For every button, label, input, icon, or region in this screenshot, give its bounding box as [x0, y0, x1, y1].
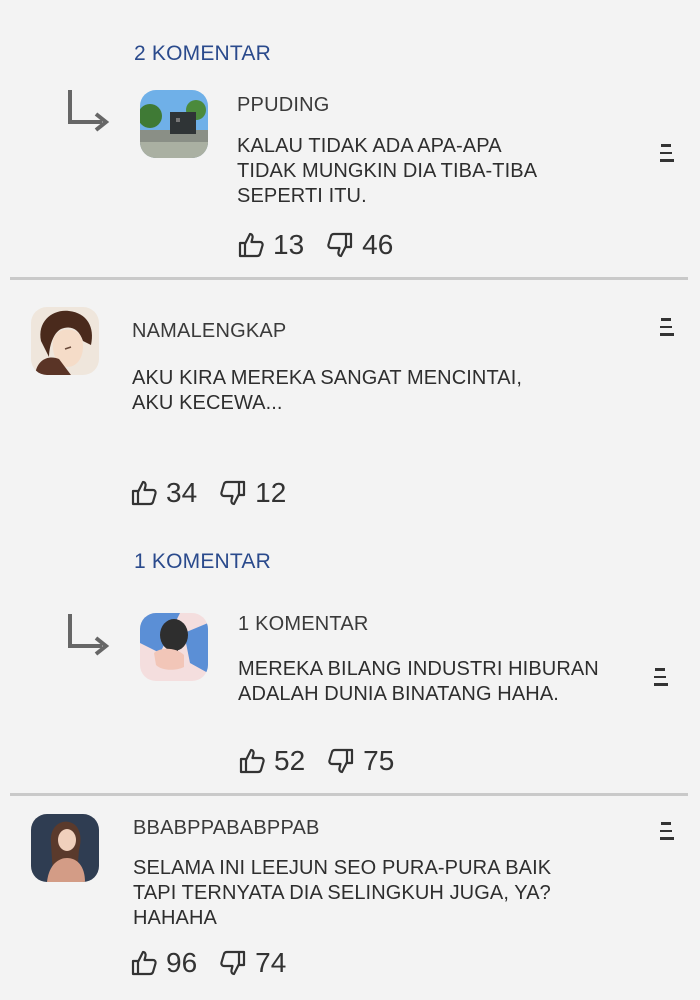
avatar[interactable] — [140, 90, 208, 158]
menu-icon[interactable] — [660, 822, 674, 846]
dislike-count: 75 — [363, 745, 395, 776]
divider — [10, 793, 688, 796]
username[interactable]: BBABPPABABPPAB — [133, 817, 320, 840]
vote-bar: 34 12 — [130, 477, 308, 509]
vote-bar: 52 75 — [238, 745, 416, 777]
dislike-count: 74 — [255, 947, 287, 978]
avatar[interactable] — [31, 307, 99, 375]
dislike-count: 46 — [362, 229, 394, 260]
like-count: 13 — [273, 229, 305, 260]
like-count: 96 — [166, 947, 198, 978]
dislike-count: 12 — [255, 477, 287, 508]
thumbs-down-icon[interactable] — [219, 479, 247, 507]
thumbs-up-icon[interactable] — [130, 949, 158, 977]
avatar[interactable] — [140, 613, 208, 681]
divider — [10, 277, 688, 280]
username[interactable]: NAMALENGKAP — [132, 320, 286, 343]
menu-icon[interactable] — [654, 668, 668, 692]
thumbs-up-icon[interactable] — [237, 231, 265, 259]
comment-text: SELAMA INI LEEJUN SEO PURA-PURA BAIK TAP… — [133, 857, 552, 929]
comment-text: AKU KIRA MEREKA SANGAT MENCINTAI, AKU KE… — [132, 367, 523, 414]
menu-icon[interactable] — [660, 144, 674, 168]
like-count: 34 — [166, 477, 198, 508]
comment-text: KALAU TIDAK ADA APA-APA TIDAK MUNGKIN DI… — [237, 135, 538, 207]
comment-text: MEREKA BILANG INDUSTRI HIBURAN ADALAH DU… — [238, 658, 599, 705]
like-count: 52 — [274, 745, 306, 776]
thumbs-up-icon[interactable] — [130, 479, 158, 507]
username[interactable]: 1 KOMENTAR — [238, 613, 369, 636]
avatar[interactable] — [31, 814, 99, 882]
reply-arrow-icon — [66, 612, 110, 660]
replies-link[interactable]: 1 KOMENTAR — [134, 550, 271, 574]
reply-arrow-icon — [66, 88, 110, 136]
username[interactable]: PPUDING — [237, 94, 330, 117]
thumbs-down-icon[interactable] — [326, 231, 354, 259]
menu-icon[interactable] — [660, 318, 674, 342]
thumbs-down-icon[interactable] — [219, 949, 247, 977]
thumbs-down-icon[interactable] — [327, 747, 355, 775]
replies-link[interactable]: 2 KOMENTAR — [134, 42, 271, 66]
vote-bar: 96 74 — [130, 947, 308, 979]
vote-bar: 13 46 — [237, 229, 415, 261]
thumbs-up-icon[interactable] — [238, 747, 266, 775]
